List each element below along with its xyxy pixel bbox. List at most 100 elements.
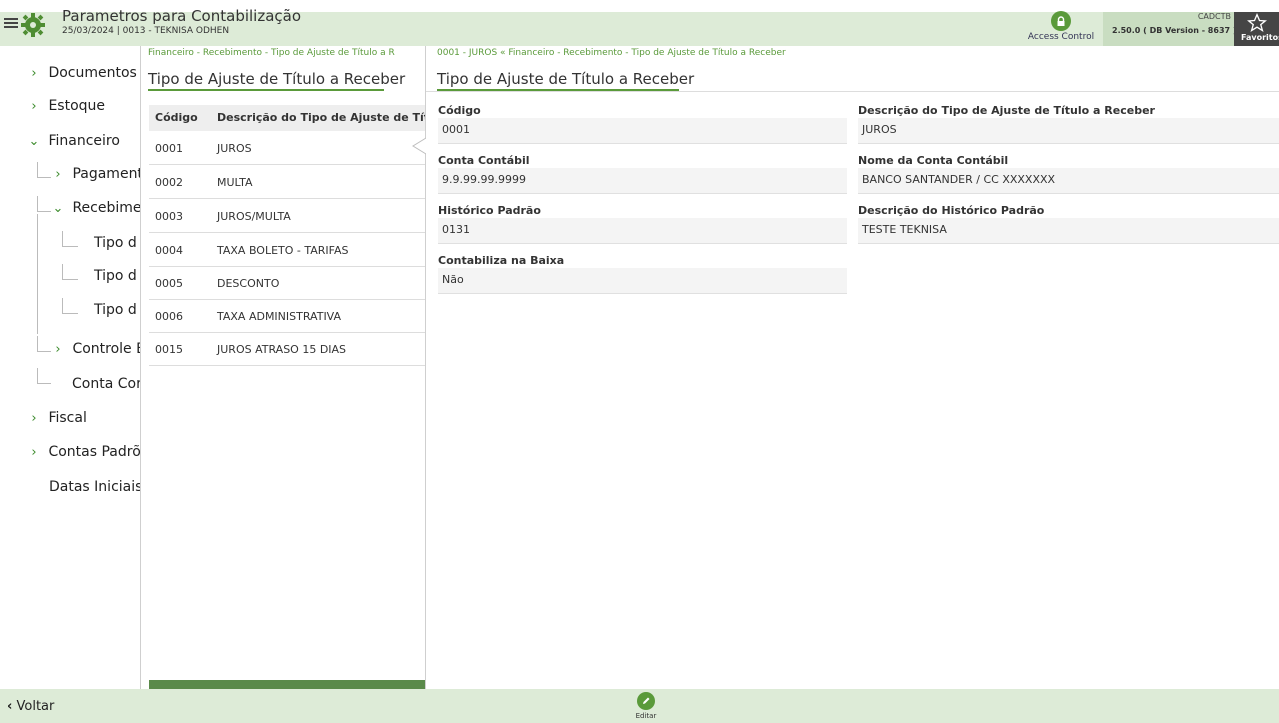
version-label: 2.50.0 ( DB Version - 8637 ): [1112, 26, 1237, 35]
sidebar-item-documentos[interactable]: › Documentos: [28, 58, 140, 88]
cell-code: 0002: [155, 176, 183, 189]
cell-code: 0015: [155, 343, 183, 356]
table-row[interactable]: 0003 JUROS/MULTA: [149, 199, 425, 233]
table-row[interactable]: 0006 TAXA ADMINISTRATIVA: [149, 299, 425, 333]
column-header-codigo[interactable]: Código: [155, 111, 198, 124]
sidebar-item-conta-corrente[interactable]: Conta Cor: [72, 369, 140, 399]
favorites-button[interactable]: Favoritos: [1234, 12, 1279, 46]
app-header: Parametros para Contabilização 25/03/202…: [0, 7, 1279, 46]
detail-title: Tipo de Ajuste de Título a Receber: [437, 70, 695, 88]
sidebar-item-estoque[interactable]: › Estoque: [28, 91, 140, 121]
access-control-button[interactable]: Access Control: [1026, 11, 1096, 42]
field-conta-contabil[interactable]: 9.9.99.99.9999: [438, 168, 847, 194]
chevron-down-icon: ⌄: [28, 134, 40, 149]
list-scroll-bar[interactable]: [149, 680, 425, 689]
field-label-historico: Histórico Padrão: [438, 204, 541, 217]
sidebar-item-recebimento[interactable]: ⌄ Recebime: [52, 193, 140, 223]
edit-label: Editar: [635, 712, 657, 720]
sidebar-item-label: Financeiro: [48, 133, 120, 149]
app-title: Parametros para Contabilização: [62, 7, 302, 25]
field-historico[interactable]: 0131: [438, 218, 847, 244]
field-label-desc-historico: Descrição do Histórico Padrão: [858, 204, 1045, 217]
field-codigo[interactable]: 0001: [438, 118, 847, 144]
sidebar: › Documentos › Estoque ⌄ Financeiro › Pa…: [0, 46, 140, 689]
edit-button[interactable]: Editar: [627, 692, 665, 720]
cell-desc: JUROS ATRASO 15 DIAS: [217, 343, 347, 356]
tree-connector: [37, 230, 38, 250]
table-row[interactable]: 0002 MULTA: [149, 165, 425, 199]
table-row[interactable]: 0015 JUROS ATRASO 15 DIAS: [149, 332, 425, 366]
favorites-label: Favoritos: [1241, 33, 1279, 42]
star-icon: [1246, 12, 1267, 32]
sidebar-item-label: Tipo d: [94, 268, 137, 284]
app-subtitle: 25/03/2024 | 0013 - TEKNISA ODHEN: [62, 26, 230, 36]
tree-connector: [37, 336, 51, 352]
divider: [140, 46, 141, 689]
breadcrumb[interactable]: Financeiro - Recebimento - Tipo de Ajust…: [148, 48, 395, 58]
field-label-conta: Conta Contábil: [438, 154, 530, 167]
sidebar-item-contas-padrao[interactable]: › Contas Padrõ: [28, 437, 140, 467]
sidebar-item-label: Recebime: [72, 200, 140, 216]
field-desc-historico[interactable]: TESTE TEKNISA: [858, 218, 1279, 244]
pencil-icon: [637, 692, 655, 710]
cell-desc: TAXA BOLETO - TARIFAS: [217, 244, 349, 257]
menu-icon[interactable]: [4, 16, 18, 30]
lock-icon: [1051, 11, 1071, 31]
cell-code: 0006: [155, 310, 183, 323]
cell-code: 0001: [155, 142, 183, 155]
title-underline: [148, 89, 384, 91]
table-header: Código Descrição do Tipo de Ajuste de Tí…: [149, 105, 425, 131]
footer-bar: ‹ Voltar Editar: [0, 689, 1279, 723]
column-header-descricao[interactable]: Descrição do Tipo de Ajuste de Títul: [217, 111, 425, 124]
sidebar-item-label: Fiscal: [48, 410, 87, 426]
table-row[interactable]: 0004 TAXA BOLETO - TARIFAS: [149, 233, 425, 267]
cell-desc: TAXA ADMINISTRATIVA: [217, 310, 342, 323]
cell-code: 0003: [155, 210, 183, 223]
selection-pointer-icon: [412, 137, 427, 155]
sidebar-item-label: Estoque: [48, 98, 106, 114]
back-button[interactable]: ‹ Voltar: [7, 699, 54, 714]
sidebar-item-controle[interactable]: › Controle E: [52, 334, 140, 364]
sidebar-item-datas-iniciais[interactable]: Datas Iniciais: [49, 472, 140, 502]
tree-connector: [37, 262, 38, 282]
sidebar-item-tipo-1[interactable]: Tipo d: [94, 228, 140, 258]
field-label-codigo: Código: [438, 104, 481, 117]
field-label-nome-conta: Nome da Conta Contábil: [858, 154, 1009, 167]
table-row[interactable]: 0001 JUROS: [149, 131, 425, 165]
cell-desc: MULTA: [217, 176, 253, 189]
chevron-right-icon: ›: [31, 445, 37, 460]
table-row[interactable]: 0005 DESCONTO: [149, 266, 425, 300]
chevron-right-icon: ›: [55, 342, 61, 357]
sidebar-item-label: Datas Iniciais: [49, 479, 140, 495]
sidebar-item-tipo-2[interactable]: Tipo d: [94, 261, 140, 291]
sidebar-item-financeiro[interactable]: ⌄ Financeiro: [28, 126, 140, 156]
field-contabiliza[interactable]: Não: [438, 268, 847, 294]
tree-connector: [37, 196, 51, 212]
sidebar-item-tipo-3[interactable]: Tipo d: [94, 295, 140, 325]
field-nome-conta[interactable]: BANCO SANTANDER / CC XXXXXXX: [858, 168, 1279, 194]
chevron-down-icon: ⌄: [52, 201, 64, 216]
tree-connector: [62, 298, 78, 314]
sidebar-item-label: Tipo d: [94, 235, 137, 251]
chevron-right-icon: ›: [31, 411, 37, 426]
sidebar-item-label: Tipo d: [94, 302, 137, 318]
sidebar-item-pagamento[interactable]: › Pagament: [52, 159, 140, 189]
detail-breadcrumb[interactable]: 0001 - JUROS « Financeiro - Recebimento …: [437, 48, 786, 58]
cell-code: 0005: [155, 277, 183, 290]
sidebar-item-label: Conta Cor: [72, 376, 140, 392]
chevron-right-icon: ›: [55, 167, 61, 182]
field-descricao[interactable]: JUROS: [858, 118, 1279, 144]
back-label: Voltar: [16, 699, 55, 714]
cell-code: 0004: [155, 244, 183, 257]
tree-connector: [37, 368, 51, 384]
field-label-contabiliza: Contabiliza na Baixa: [438, 254, 565, 267]
sidebar-item-fiscal[interactable]: › Fiscal: [28, 403, 140, 433]
tree-connector: [62, 264, 78, 280]
detail-panel: 0001 - JUROS « Financeiro - Recebimento …: [426, 46, 1279, 689]
page-title: Tipo de Ajuste de Título a Receber: [148, 70, 406, 88]
access-control-label: Access Control: [1027, 32, 1095, 42]
tree-connector: [37, 296, 38, 316]
tree-connector: [37, 162, 51, 178]
gear-icon: [21, 13, 45, 37]
program-code: CADCTB: [1197, 12, 1231, 21]
